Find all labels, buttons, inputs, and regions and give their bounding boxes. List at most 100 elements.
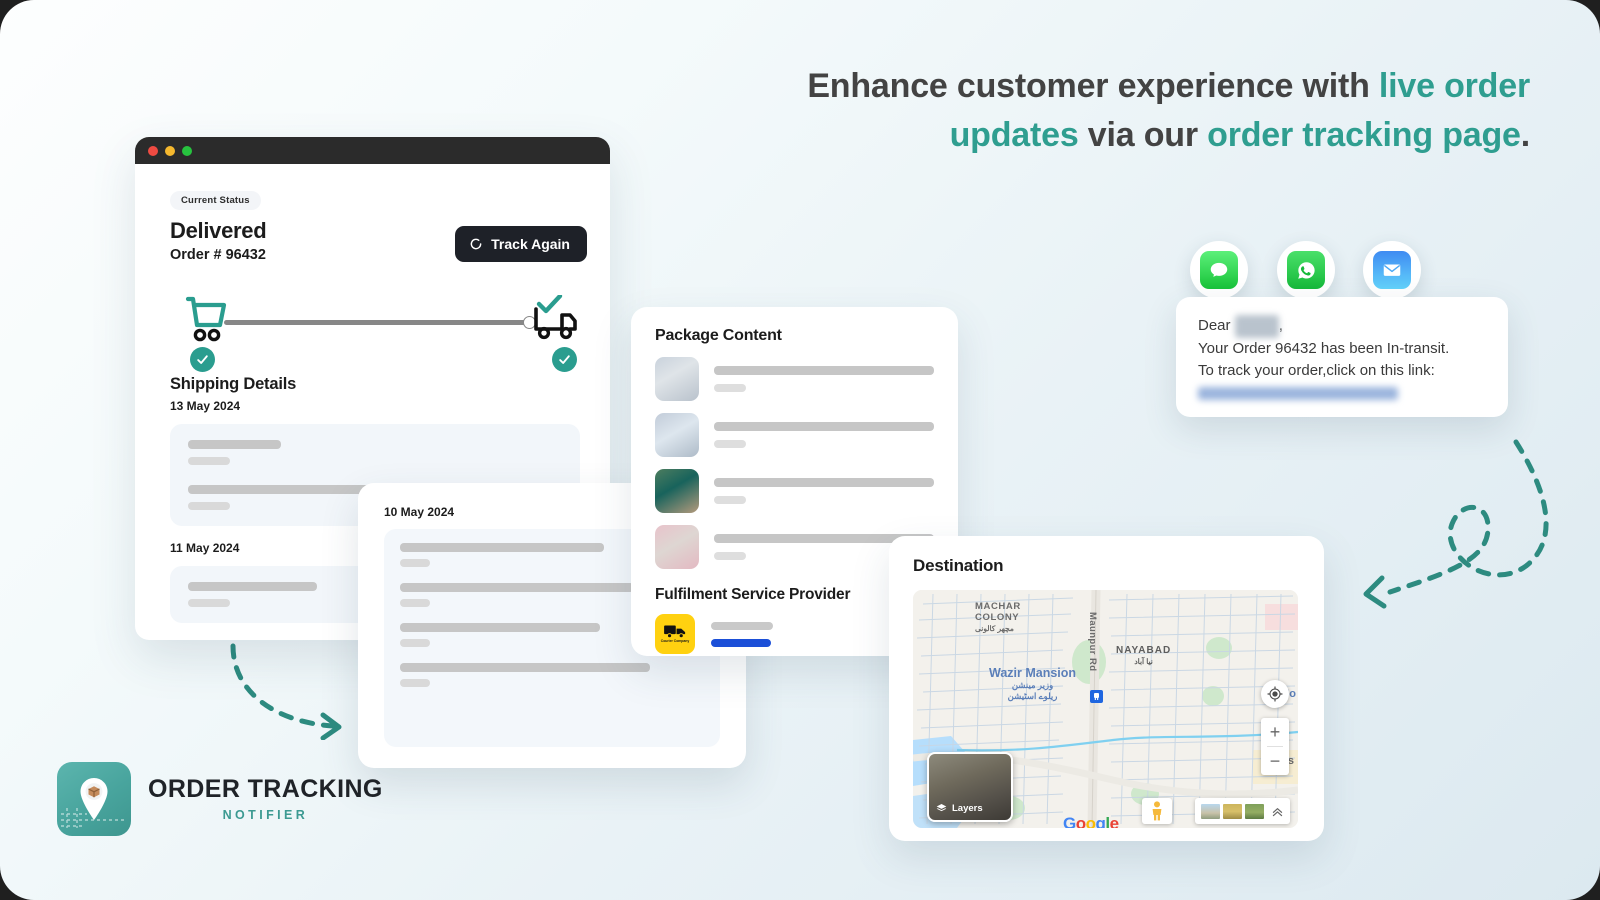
- product-placeholder-lines: [714, 478, 934, 504]
- placeholder-bar: [400, 559, 430, 567]
- truck-icon: [664, 625, 686, 639]
- window-titlebar: [135, 137, 610, 164]
- map-viewport[interactable]: MACHAR COLONY مچھر کالونی NAYABAD نیا آباد…: [913, 590, 1298, 828]
- notification-message-card: Dear Name, Your Order 96432 has been In-…: [1176, 297, 1508, 417]
- placeholder-bar: [400, 639, 430, 647]
- placeholder-bar: [711, 621, 773, 630]
- street-view-thumbnail[interactable]: [1223, 803, 1242, 819]
- placeholder-bar: [400, 679, 430, 687]
- placeholder-bar: [400, 583, 634, 592]
- placeholder-bar: [714, 552, 746, 560]
- placeholder-bar: [400, 663, 650, 672]
- headline-accent-2: order tracking page: [1207, 116, 1521, 155]
- shipping-date-1: 13 May 2024: [170, 399, 241, 413]
- track-again-button[interactable]: Track Again: [455, 226, 587, 262]
- dashed-arrow-right-loop: [1363, 439, 1549, 609]
- refresh-icon: [470, 238, 482, 250]
- tracking-link-bar[interactable]: [711, 638, 771, 647]
- list-item[interactable]: [655, 413, 934, 457]
- email-channel-button[interactable]: [1363, 241, 1421, 299]
- delivery-truck-icon: [534, 295, 577, 340]
- notification-tracking-link-redacted[interactable]: [1198, 386, 1398, 400]
- list-item[interactable]: [655, 357, 934, 401]
- street-view-pegman-icon: [1152, 801, 1162, 821]
- delivery-stage-check-icon: [552, 347, 577, 372]
- street-view-thumbnail[interactable]: [1201, 803, 1220, 819]
- progress-track: [224, 320, 534, 325]
- brand-name: ORDER TRACKING: [148, 774, 383, 803]
- minimize-window-dot[interactable]: [165, 145, 175, 156]
- sms-icon: [1200, 251, 1238, 289]
- product-thumbnail: [655, 469, 699, 513]
- courier-logo-badge: Courier Company: [655, 614, 695, 654]
- dashed-arrow-left: [230, 643, 342, 740]
- sms-channel-button[interactable]: [1190, 241, 1248, 299]
- list-item: [400, 663, 704, 687]
- brand-logo: ORDER TRACKING NOTIFIER: [57, 762, 383, 836]
- courier-badge-text: Courier Company: [660, 639, 690, 644]
- placeholder-bar: [714, 422, 934, 431]
- product-thumbnail: [655, 413, 699, 457]
- shipping-details-title: Shipping Details: [170, 375, 297, 393]
- placeholder-bar: [400, 599, 430, 607]
- placeholder-bar: [188, 599, 230, 607]
- street-view-pegman-button[interactable]: [1142, 798, 1172, 824]
- placeholder-bar: [714, 440, 746, 448]
- notification-line-3: To track your order,click on this link:: [1198, 362, 1435, 379]
- placeholder-bar: [714, 496, 746, 504]
- street-view-thumbnail[interactable]: [1245, 803, 1264, 819]
- placeholder-bar: [188, 457, 230, 465]
- layers-icon: [936, 804, 947, 812]
- map-layers-button[interactable]: Layers: [927, 752, 1013, 822]
- delivery-progress: [170, 295, 580, 372]
- close-window-dot[interactable]: [148, 145, 158, 156]
- product-thumbnail: [655, 357, 699, 401]
- cart-stage-check-icon: [190, 347, 215, 372]
- notification-greeting-line: Dear Name,: [1198, 315, 1486, 338]
- whatsapp-icon: [1287, 251, 1325, 289]
- headline-part-2: via our: [1078, 116, 1208, 155]
- maximize-window-dot[interactable]: [182, 145, 192, 156]
- map-zoom-controls[interactable]: + −: [1261, 718, 1289, 775]
- street-view-thumbnails-bar[interactable]: [1195, 798, 1290, 824]
- placeholder-bar: [714, 478, 934, 487]
- placeholder-bar: [188, 502, 230, 510]
- placeholder-bar: [188, 582, 317, 591]
- headline-part-1: Enhance customer experience with: [807, 67, 1379, 105]
- notification-greeting: Dear: [1198, 317, 1231, 334]
- product-placeholder-lines: [714, 366, 934, 392]
- product-thumbnail: [655, 525, 699, 569]
- zoom-out-button[interactable]: −: [1261, 747, 1289, 775]
- my-location-icon: [1267, 686, 1283, 702]
- notification-comma: ,: [1278, 317, 1283, 334]
- my-location-button[interactable]: [1261, 680, 1289, 708]
- package-content-title: Package Content: [655, 327, 782, 344]
- current-status-badge: Current Status: [170, 191, 261, 210]
- shopping-cart-icon: [185, 296, 227, 342]
- list-item[interactable]: [655, 469, 934, 513]
- placeholder-bar: [400, 543, 604, 552]
- notification-line-2: Your Order 96432 has been In-transit.: [1198, 339, 1450, 357]
- station-marker-icon[interactable]: [1090, 690, 1103, 703]
- layers-label: Layers: [952, 803, 983, 814]
- promotional-banner: Enhance customer experience with live or…: [0, 0, 1600, 900]
- whatsapp-channel-button[interactable]: [1277, 241, 1335, 299]
- product-placeholder-lines: [714, 422, 934, 448]
- zoom-in-button[interactable]: +: [1261, 718, 1289, 746]
- track-again-label: Track Again: [491, 236, 570, 252]
- chevron-up-icon[interactable]: [1271, 805, 1284, 818]
- destination-title: Destination: [913, 556, 1004, 575]
- google-watermark: Google: [1063, 814, 1119, 828]
- placeholder-bar: [714, 384, 746, 392]
- courier-placeholder-lines: [711, 621, 773, 647]
- brand-logo-text: ORDER TRACKING NOTIFIER: [148, 774, 383, 822]
- brand-tagline: NOTIFIER: [222, 807, 309, 822]
- page-headline: Enhance customer experience with live or…: [740, 62, 1530, 161]
- email-icon: [1373, 251, 1411, 289]
- headline-part-3: .: [1520, 116, 1530, 155]
- placeholder-bar: [714, 366, 934, 375]
- placeholder-bar: [400, 623, 600, 632]
- destination-card: Destination MACHAR COLONY مچھر کالونی NA…: [889, 536, 1324, 841]
- map-pin-package-icon: [57, 762, 131, 836]
- layers-button-content: Layers: [929, 803, 983, 820]
